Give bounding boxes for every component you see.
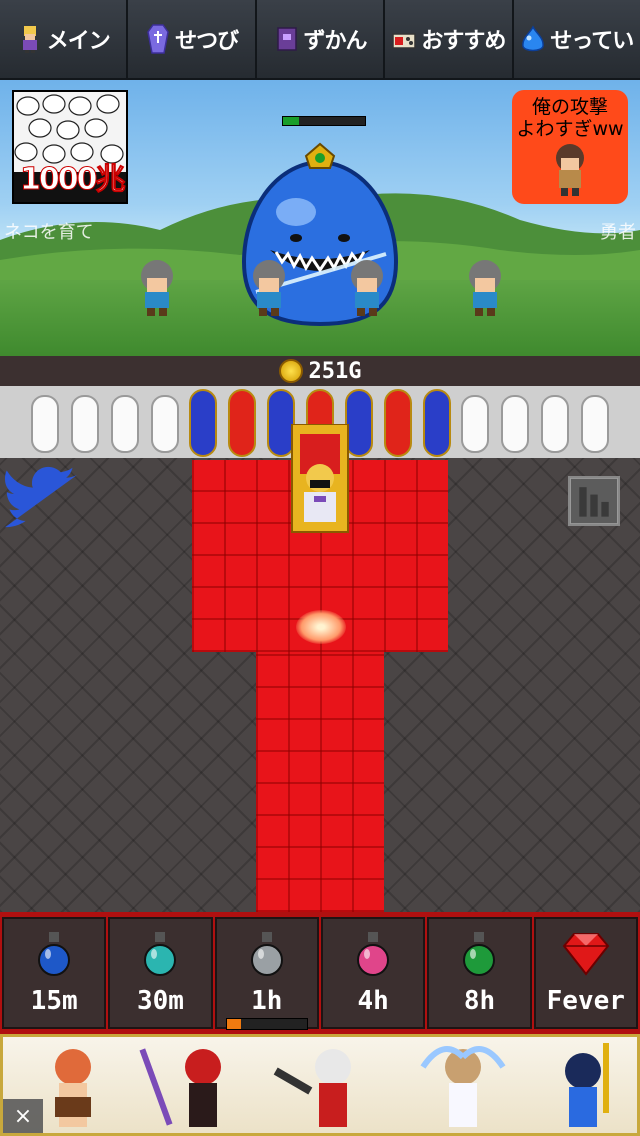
- bar-chart-icon[interactable]: [568, 476, 620, 526]
- red-gem-icon: [562, 933, 610, 976]
- villager-sprite: [351, 260, 383, 316]
- tab-encyclopedia-label: ずかん: [303, 29, 368, 54]
- characters-banner-image: [55, 1043, 609, 1127]
- tab-main[interactable]: メイン: [0, 0, 129, 78]
- tab-settings-label: せってい: [550, 29, 634, 54]
- slime-icon: [522, 25, 545, 52]
- gold-bar: 251G: [0, 356, 640, 386]
- potion-label: 30m: [137, 986, 184, 1016]
- tab-equipment[interactable]: せつび: [128, 0, 257, 78]
- gold-amount: 251G: [308, 358, 362, 384]
- ad-cat-game[interactable]: 1000兆: [12, 90, 128, 204]
- potion-fill: [463, 944, 496, 976]
- potion-fill: [250, 944, 283, 976]
- tab-main-label: メイン: [46, 29, 111, 54]
- potion-1h-button[interactable]: 1h: [214, 917, 319, 1029]
- magic-circle[interactable]: [296, 610, 346, 644]
- top-nav: メイン せつび ずかん おすすめ せってい: [0, 0, 640, 80]
- potion-label: 8h: [463, 986, 496, 1016]
- potion-label: 1h: [251, 986, 283, 1016]
- boss-hp-bar: [282, 116, 366, 126]
- castle-room[interactable]: [0, 386, 640, 912]
- potion-fill: [357, 944, 390, 976]
- tab-encyclopedia[interactable]: ずかん: [256, 0, 386, 78]
- gray-potion-icon: [250, 932, 283, 976]
- cooldown-fill: [227, 1019, 242, 1029]
- potion-fill: [38, 944, 71, 976]
- potion-fill: [144, 944, 177, 976]
- tab-recommend[interactable]: おすすめ: [385, 0, 514, 78]
- ad-line-1: 俺の攻撃: [531, 96, 608, 118]
- tab-settings[interactable]: せってい: [513, 0, 640, 78]
- fever-label: Fever: [546, 986, 625, 1016]
- ad-weak-attack-text: 俺の攻撃 よわすぎww: [512, 96, 628, 140]
- hero-sprite-icon: [556, 144, 584, 196]
- ad-line-2: よわすぎww: [516, 118, 624, 140]
- ad-weak-attack[interactable]: 俺の攻撃 よわすぎww: [512, 90, 628, 204]
- pink-potion-icon: [357, 932, 390, 976]
- potion-label: 15m: [30, 986, 78, 1016]
- blue-potion-icon: [38, 932, 71, 976]
- villager-sprite: [253, 260, 285, 316]
- scrolling-ticker-left: ネコを育て: [4, 222, 94, 243]
- gold-coin-icon: [278, 359, 303, 383]
- tab-recommend-label: おすすめ: [421, 29, 506, 54]
- twitter-bird-icon[interactable]: [4, 466, 80, 530]
- hero-icon: [22, 26, 37, 53]
- tab-equipment-label: せつび: [175, 29, 239, 54]
- boss-hp-fill: [283, 117, 300, 125]
- ad-cat-label: 1000兆: [20, 162, 126, 198]
- potion-15m-button[interactable]: 15m: [2, 917, 107, 1029]
- book-icon: [276, 27, 297, 51]
- red-carpet-bottom: [256, 652, 384, 912]
- gift-icon: [392, 33, 417, 49]
- green-potion-icon: [463, 932, 496, 976]
- villager-sprite: [141, 260, 173, 316]
- cooldown-bar: [226, 1018, 308, 1030]
- teal-potion-icon: [144, 932, 177, 976]
- battle-scene[interactable]: ネコを育て 勇者 1000兆 俺の攻撃 よわすぎww: [0, 80, 640, 356]
- potion-8h-button[interactable]: 8h: [427, 917, 532, 1029]
- coffin-icon: [147, 24, 169, 54]
- potion-4h-button[interactable]: 4h: [320, 917, 426, 1029]
- king-on-throne[interactable]: [290, 424, 350, 534]
- villager-sprite: [469, 260, 501, 316]
- close-ad-icon[interactable]: ×: [3, 1099, 43, 1133]
- potion-30m-button[interactable]: 30m: [108, 917, 213, 1029]
- fever-button[interactable]: Fever: [533, 917, 638, 1029]
- potion-bar: 15m 30m 1h 4h 8h Fever: [0, 912, 640, 1034]
- scrolling-ticker-right: 勇者: [600, 222, 636, 243]
- potion-label: 4h: [357, 986, 389, 1016]
- ad-banner[interactable]: ×: [0, 1034, 640, 1136]
